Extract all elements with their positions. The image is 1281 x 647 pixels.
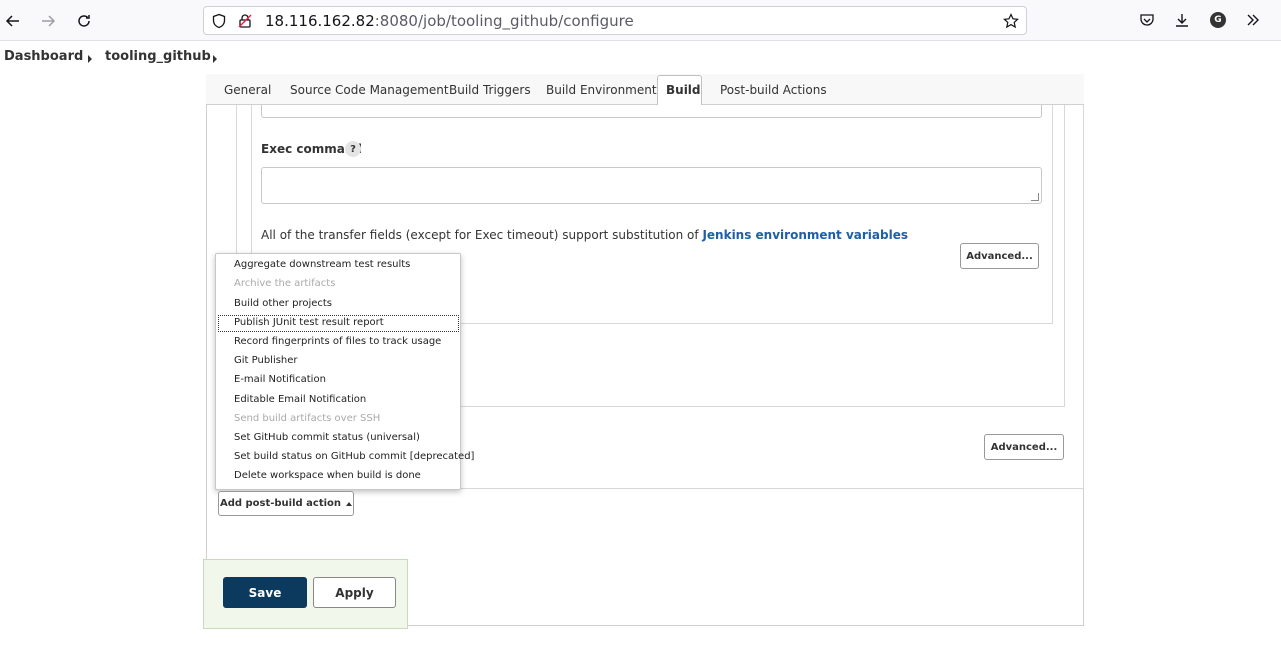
breadcrumb-separator-icon [88, 55, 92, 63]
forward-icon[interactable] [37, 10, 59, 32]
url-path: :8080/job/tooling_github/configure [374, 12, 634, 30]
breadcrumb-chevron-icon[interactable] [213, 55, 217, 63]
apply-button[interactable]: Apply [313, 577, 396, 608]
menu-item-github-build-status-deprecated[interactable]: Set build status on GitHub commit [depre… [234, 451, 474, 462]
transfer-info-text: All of the transfer fields (except for E… [261, 228, 908, 242]
tab-build-environment[interactable]: Build Environment [546, 83, 657, 97]
publisher-advanced-button[interactable]: Advanced... [984, 434, 1064, 460]
jenkins-env-vars-link[interactable]: Jenkins environment variables [702, 228, 908, 242]
menu-item-send-over-ssh: Send build artifacts over SSH [234, 413, 381, 424]
remote-directory-input[interactable] [261, 105, 1042, 118]
pocket-icon[interactable] [1137, 10, 1157, 30]
url-host: 18.116.162.82 [265, 12, 375, 30]
menu-item-build-other-projects[interactable]: Build other projects [234, 298, 332, 309]
menu-item-aggregate-downstream[interactable]: Aggregate downstream test results [234, 259, 410, 270]
add-post-build-action-button[interactable]: Add post-build action [218, 491, 354, 516]
resize-handle-icon[interactable] [1031, 193, 1039, 201]
tab-build[interactable]: Build [666, 83, 701, 97]
menu-item-record-fingerprints[interactable]: Record fingerprints of files to track us… [234, 336, 441, 347]
download-icon[interactable] [1172, 10, 1192, 30]
url-bar[interactable]: 18.116.162.82:8080/job/tooling_github/co… [203, 6, 1027, 35]
url-text[interactable]: 18.116.162.82:8080/job/tooling_github/co… [265, 12, 634, 30]
exec-command-textarea[interactable] [261, 167, 1042, 204]
insecure-lock-icon[interactable] [237, 13, 253, 29]
star-icon[interactable] [1003, 13, 1019, 29]
overflow-icon[interactable] [1243, 10, 1263, 30]
tab-post-build-actions[interactable]: Post-build Actions [720, 83, 827, 97]
shield-icon[interactable] [211, 13, 227, 29]
tab-general[interactable]: General [224, 83, 271, 97]
menu-item-archive-artifacts: Archive the artifacts [234, 278, 336, 289]
back-icon[interactable] [2, 10, 24, 32]
add-post-build-action-label: Add post-build action [219, 498, 342, 509]
menu-item-editable-email[interactable]: Editable Email Notification [234, 394, 366, 405]
save-button[interactable]: Save [223, 577, 307, 608]
reload-icon[interactable] [73, 10, 95, 32]
transfer-info-prefix: All of the transfer fields (except for E… [261, 228, 703, 242]
transfer-advanced-button[interactable]: Advanced... [960, 243, 1039, 269]
caret-up-icon [346, 501, 353, 506]
breadcrumb-job[interactable]: tooling_github [105, 49, 211, 64]
avatar: G [1210, 12, 1226, 28]
help-icon[interactable]: ? [345, 141, 361, 157]
breadcrumb: Dashboard tooling_github [0, 41, 1281, 73]
menu-item-github-commit-status[interactable]: Set GitHub commit status (universal) [234, 432, 420, 443]
menu-item-email-notification[interactable]: E-mail Notification [234, 374, 326, 385]
browser-toolbar: 18.116.162.82:8080/job/tooling_github/co… [0, 0, 1281, 41]
tab-build-triggers[interactable]: Build Triggers [449, 83, 531, 97]
menu-item-publish-junit[interactable]: Publish JUnit test result report [234, 317, 384, 328]
menu-item-git-publisher[interactable]: Git Publisher [234, 355, 298, 366]
menu-item-delete-workspace[interactable]: Delete workspace when build is done [234, 470, 421, 481]
account-icon[interactable]: G [1208, 10, 1228, 30]
tab-source-code-management[interactable]: Source Code Management [290, 83, 449, 97]
breadcrumb-dashboard[interactable]: Dashboard [4, 49, 83, 64]
